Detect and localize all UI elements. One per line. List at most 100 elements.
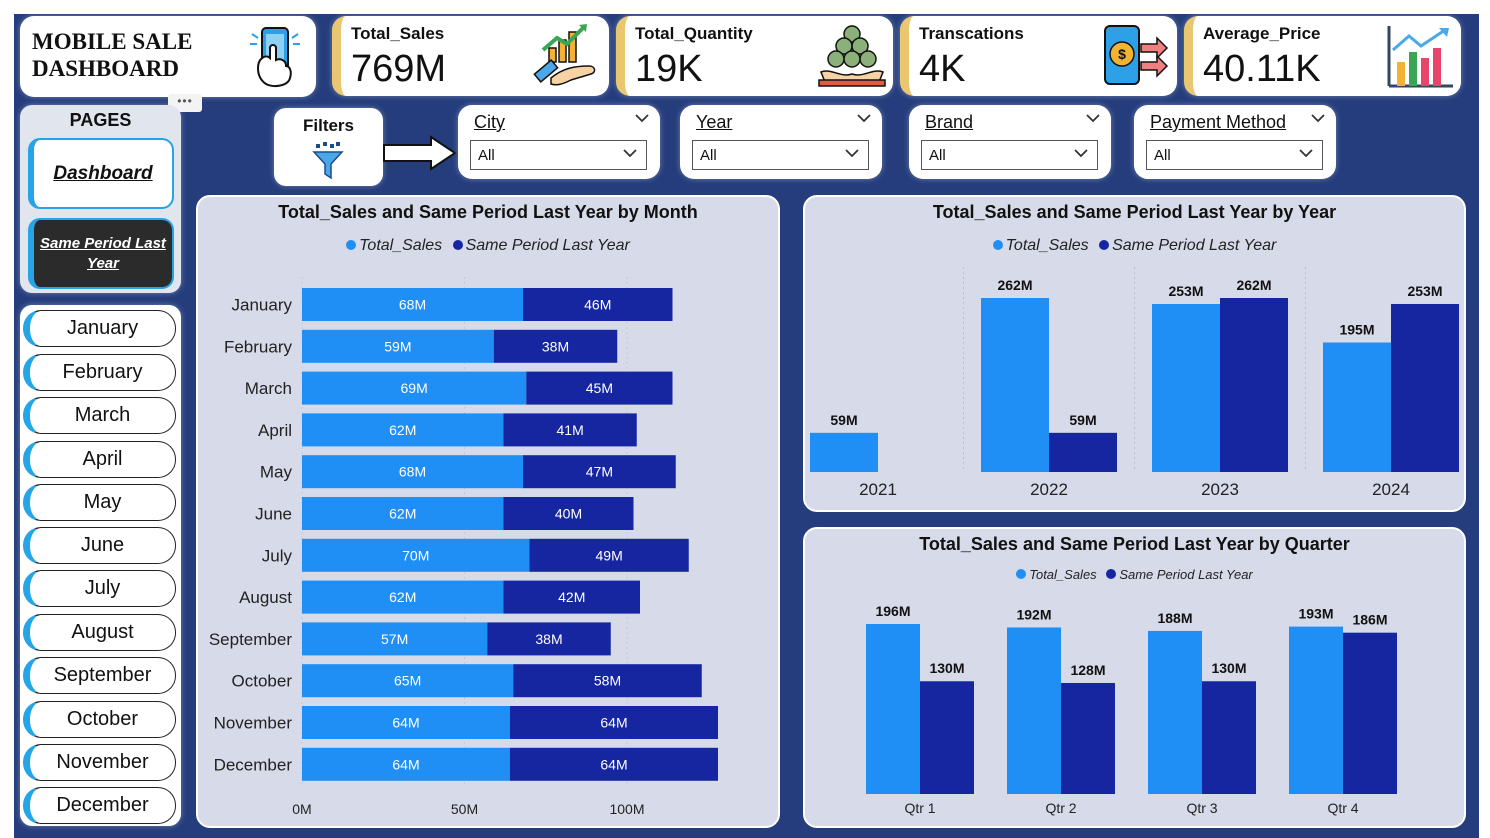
bar-total-sales [1289, 626, 1343, 794]
payment-method-dropdown[interactable]: All [1146, 140, 1323, 170]
month-button-april[interactable]: April [23, 441, 176, 478]
same-period-last-year-page-button[interactable]: Same Period Last Year [28, 218, 174, 289]
category-label: 2024 [1372, 480, 1410, 499]
bar-total-sales [1007, 627, 1061, 794]
month-button-march[interactable]: March [23, 397, 176, 434]
month-slicer-panel: January February March April May June Ju… [20, 305, 181, 826]
data-label: 62M [389, 506, 416, 522]
data-label: 46M [584, 297, 611, 313]
category-label: 2022 [1030, 480, 1068, 499]
month-button-september[interactable]: September [23, 657, 176, 694]
quarterly-chart-svg: 196M 130M Qtr 1 192M 128M Qtr 2 188M 130M Qtr 3 1… [866, 603, 1397, 816]
chevron-down-icon[interactable] [1310, 112, 1326, 124]
category-label: Qtr 2 [1045, 800, 1076, 816]
kpi-label: Total_Sales [351, 24, 445, 43]
month-button-february[interactable]: February [23, 354, 176, 391]
month-button-december[interactable]: December [23, 787, 176, 824]
category-label: 2021 [859, 480, 897, 499]
data-label: 59M [1069, 412, 1096, 428]
bar-total-sales [981, 298, 1049, 472]
month-button-january[interactable]: January [23, 310, 176, 347]
chevron-down-icon[interactable] [856, 112, 872, 124]
year-slicer: Year All [680, 105, 882, 179]
bar-same-period-last-year [1049, 432, 1117, 472]
data-label: 64M [392, 715, 419, 731]
data-label: 69M [401, 380, 428, 396]
data-label: 196M [875, 603, 910, 619]
monthly-chart-svg: January 68M 46M February 59M 38M March 69M 45M Ap… [209, 277, 718, 817]
chevron-down-icon [1074, 149, 1088, 158]
data-label: 47M [586, 464, 613, 480]
category-label: Qtr 1 [904, 800, 935, 816]
data-label: 57M [381, 631, 408, 647]
year-dropdown[interactable]: All [692, 140, 869, 170]
dropdown-value: All [1154, 147, 1171, 164]
data-label: 130M [1211, 660, 1246, 676]
data-label: 49M [596, 547, 623, 563]
chevron-down-icon[interactable] [634, 112, 650, 124]
kpi-value: 19K [635, 48, 703, 90]
bar-chart-icon [1383, 22, 1455, 97]
kpi-value: 769M [351, 48, 447, 90]
data-label: 195M [1339, 321, 1374, 337]
data-label: 70M [402, 547, 429, 563]
data-label: 38M [542, 338, 569, 354]
month-button-july[interactable]: July [23, 570, 176, 607]
slicer-label: Year [696, 112, 733, 132]
data-label: 192M [1016, 606, 1051, 622]
month-button-june[interactable]: June [23, 527, 176, 564]
brand-dropdown[interactable]: All [921, 140, 1098, 170]
kpi-card-transactions: Transcations 4K $ [900, 16, 1177, 96]
data-label: 262M [1236, 277, 1271, 293]
chevron-down-icon [845, 149, 859, 158]
title-line-1: MOBILE SALE [32, 29, 193, 54]
bar-total-sales [1152, 303, 1220, 472]
dashboard-page-button[interactable]: Dashboard [28, 138, 174, 209]
brand-slicer: Brand All [909, 105, 1111, 179]
bar-same-period-last-year [1202, 681, 1256, 794]
page-button-label-line-1: Same Period Last [40, 235, 166, 252]
payment-method-slicer: Payment Method All [1134, 105, 1336, 179]
data-label: 253M [1168, 283, 1203, 299]
slicer-label: City [474, 112, 505, 132]
category-label: December [214, 755, 293, 774]
kpi-label: Total_Quantity [635, 24, 753, 43]
data-label: 65M [394, 673, 421, 689]
category-label: Qtr 4 [1327, 800, 1358, 816]
bar-same-period-last-year [1343, 632, 1397, 794]
category-label: June [255, 505, 292, 524]
bar-total-sales [1323, 342, 1391, 472]
x-tick-label: 100M [609, 801, 644, 817]
data-label: 45M [586, 380, 613, 396]
category-label: April [258, 421, 292, 440]
month-button-august[interactable]: August [23, 614, 176, 651]
x-tick-label: 0M [292, 801, 311, 817]
data-label: 186M [1352, 612, 1387, 628]
month-button-november[interactable]: November [23, 744, 176, 781]
chevron-down-icon[interactable] [1085, 112, 1101, 124]
bar-total-sales [810, 432, 878, 472]
data-label: 130M [929, 660, 964, 676]
bar-same-period-last-year [1391, 303, 1459, 472]
bar-total-sales [866, 624, 920, 794]
monthly-chart-panel: Total_Sales and Same Period Last Year by… [196, 195, 780, 828]
filters-label: Filters [302, 116, 355, 135]
data-label: 59M [830, 412, 857, 428]
data-label: 40M [555, 506, 582, 522]
month-button-may[interactable]: May [23, 484, 176, 521]
city-slicer: City All [458, 105, 660, 179]
bar-total-sales [1148, 630, 1202, 794]
kpi-card-total-quantity: Total_Quantity 19K [616, 16, 893, 96]
x-tick-label: 50M [451, 801, 478, 817]
kpi-card-total-sales: Total_Sales 769M [332, 16, 609, 96]
kpi-card-average-price: Average_Price 40.11K [1184, 16, 1461, 96]
month-button-october[interactable]: October [23, 701, 176, 738]
canvas: MOBILE SALE DASHBOARD ••• Total_Sales 76… [0, 0, 1490, 838]
bar-same-period-last-year [920, 681, 974, 794]
phone-payment-icon: $ [1099, 22, 1171, 95]
dropdown-value: All [700, 147, 717, 164]
data-label: 68M [399, 464, 426, 480]
bar-same-period-last-year [1220, 298, 1288, 472]
pages-panel: PAGES Dashboard Same Period Last Year [20, 105, 181, 293]
city-dropdown[interactable]: All [470, 140, 647, 170]
